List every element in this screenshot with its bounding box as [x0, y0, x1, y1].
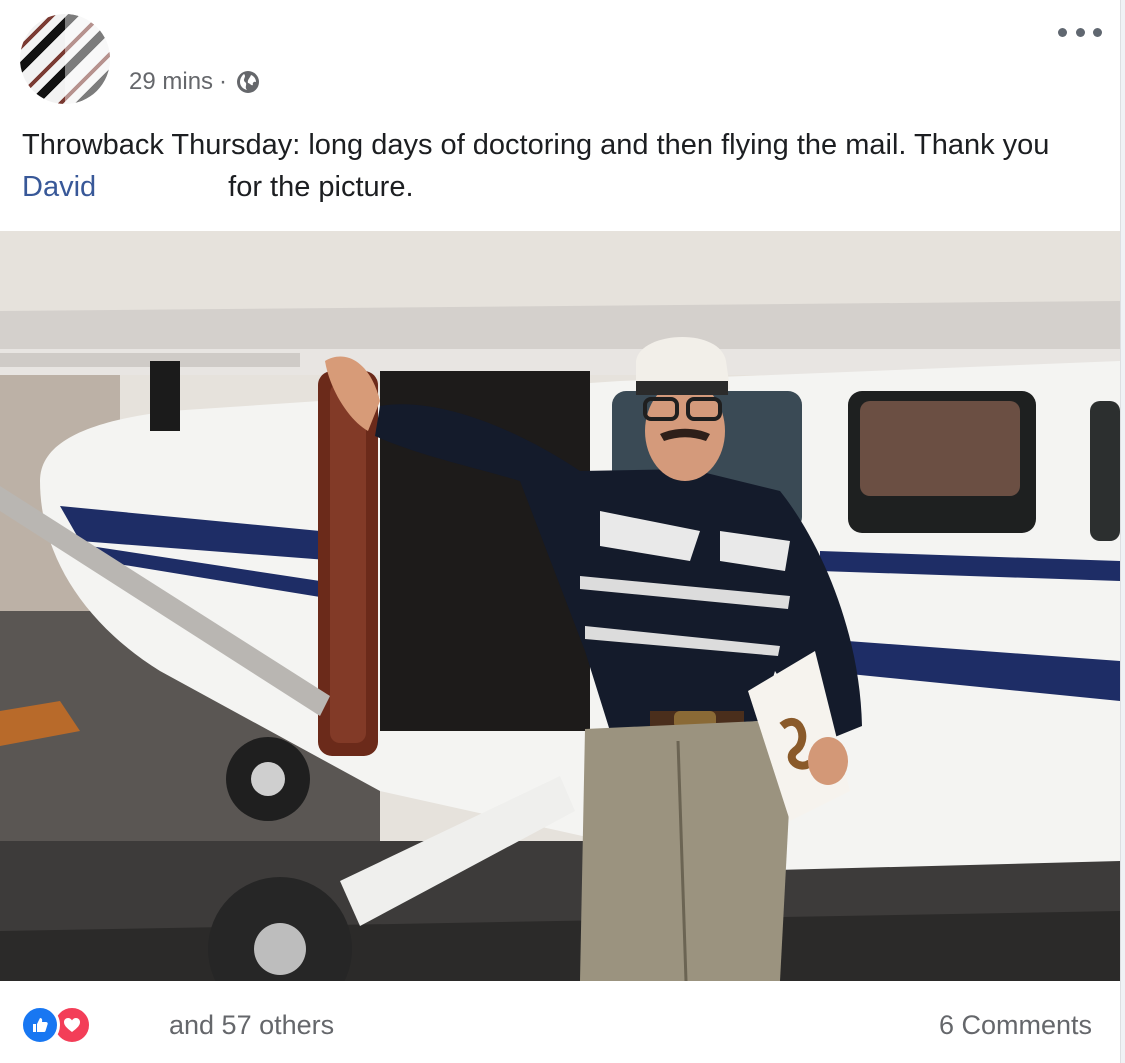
like-icon: [20, 1005, 60, 1045]
mention-link[interactable]: David: [22, 171, 96, 203]
post-text-start: Throwback Thursday: long days of doctori…: [22, 129, 1050, 161]
post-timestamp[interactable]: 29 mins: [129, 68, 213, 96]
meta-separator: ·: [219, 68, 228, 95]
reactions-summary[interactable]: [20, 1005, 92, 1045]
post-meta: 29 mins ·: [129, 68, 261, 96]
author-name[interactable]: [132, 22, 332, 52]
post-photo[interactable]: [0, 231, 1120, 981]
reactors-text[interactable]: and 57 others: [169, 1010, 334, 1041]
post-text-end: for the picture.: [228, 171, 414, 203]
post-footer: and 57 others 6 Comments: [0, 981, 1120, 1063]
post-text: Throwback Thursday: long days of doctori…: [22, 124, 1097, 208]
post-header: 29 mins ·: [0, 0, 1120, 120]
author-avatar[interactable]: [20, 14, 110, 104]
photo-image: [0, 231, 1120, 981]
comments-count[interactable]: 6 Comments: [939, 1010, 1092, 1041]
more-options-icon[interactable]: [1058, 20, 1102, 44]
globe-icon[interactable]: [235, 69, 261, 95]
feed-post: 29 mins · Throwback Thursday: long days …: [0, 0, 1120, 1063]
